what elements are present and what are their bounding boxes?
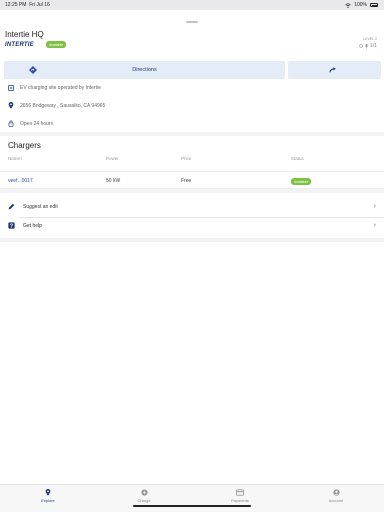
tab-bar: Explore Charge Payments Account: [0, 484, 384, 512]
location-sheet: Intertie HQ INTERTIE Available LEVEL 2 1…: [0, 14, 384, 484]
column-price-header: Price: [181, 156, 192, 161]
connector-summary: 1/1: [359, 43, 377, 49]
hours-row: Open 24 hours: [8, 120, 53, 127]
directions-label: Directions: [132, 66, 157, 73]
directions-button[interactable]: Directions: [4, 61, 285, 79]
location-pin-icon: [8, 102, 14, 109]
tab-charge[interactable]: Charge: [124, 489, 164, 503]
tab-payments[interactable]: Payments: [220, 489, 260, 503]
operator-row: EV charging site operated by Intertie: [8, 85, 101, 91]
charger-price: Free: [181, 178, 192, 184]
map-pin-icon: [45, 489, 51, 496]
lock-icon: [8, 120, 14, 127]
address-row[interactable]: 2656 Bridgeway , Sausalito, CA 94965: [8, 102, 105, 109]
person-icon: [332, 489, 340, 496]
get-help-label: Get help: [23, 223, 42, 229]
operator-text: EV charging site operated by Intertie: [20, 85, 101, 91]
brand-logo: INTERTIE: [5, 42, 34, 48]
column-name-header[interactable]: Name↑: [8, 156, 22, 161]
tab-payments-label: Payments: [231, 497, 249, 503]
section-separator: [0, 238, 384, 242]
charger-status-badge: Available: [291, 178, 312, 185]
charger-name[interactable]: veef...0017: [8, 178, 33, 184]
gear-icon: [359, 44, 363, 48]
chargers-heading: Chargers: [8, 141, 41, 150]
sheet-grabber[interactable]: [186, 21, 198, 23]
charger-power: 50 kW: [106, 178, 121, 184]
status-time: 12:25 PM Fri Jul 16: [5, 2, 50, 8]
tab-account[interactable]: Account: [316, 489, 356, 503]
tab-explore-label: Explore: [41, 497, 55, 503]
hours-text: Open 24 hours: [20, 120, 54, 127]
availability-badge: Available: [46, 41, 67, 48]
battery-percent: 100%: [354, 2, 367, 8]
column-status-header: Status: [291, 156, 304, 161]
share-arrow-icon: [329, 67, 336, 73]
building-icon: [8, 85, 14, 91]
charger-row[interactable]: veef...0017 50 kW Free Available: [0, 171, 384, 189]
chevron-right-icon: ›: [373, 203, 376, 210]
plug-icon: [365, 43, 368, 49]
card-icon: [236, 489, 244, 496]
connector-count: 1/1: [370, 43, 377, 49]
svg-text:?: ?: [10, 224, 13, 229]
section-separator: [0, 189, 384, 193]
suggest-edit-row[interactable]: Suggest an edit ›: [0, 197, 384, 217]
address-text[interactable]: 2656 Bridgeway , Sausalito, CA 94965: [20, 103, 105, 109]
tab-account-label: Account: [328, 497, 344, 503]
get-help-row[interactable]: ? Get help ›: [0, 216, 384, 236]
sort-arrow-icon: ↑: [20, 156, 23, 161]
pencil-icon: [8, 203, 15, 210]
section-separator: [0, 132, 384, 136]
wifi-icon: [345, 2, 351, 8]
status-bar: 12:25 PM Fri Jul 16 100%: [0, 0, 384, 10]
tab-explore[interactable]: Explore: [28, 489, 68, 503]
bolt-icon: [140, 489, 148, 496]
tab-charge-label: Charge: [137, 497, 151, 503]
chevron-right-icon: ›: [373, 222, 376, 229]
level-label: LEVEL 2: [363, 37, 377, 41]
location-title: Intertie HQ: [5, 30, 44, 39]
column-power-header: Power: [106, 156, 119, 161]
help-icon: ?: [8, 222, 15, 229]
share-button[interactable]: [288, 61, 381, 79]
battery-icon: [370, 3, 378, 7]
status-right: 100%: [345, 2, 378, 8]
home-indicator[interactable]: [133, 505, 251, 507]
suggest-edit-label: Suggest an edit: [23, 204, 58, 210]
